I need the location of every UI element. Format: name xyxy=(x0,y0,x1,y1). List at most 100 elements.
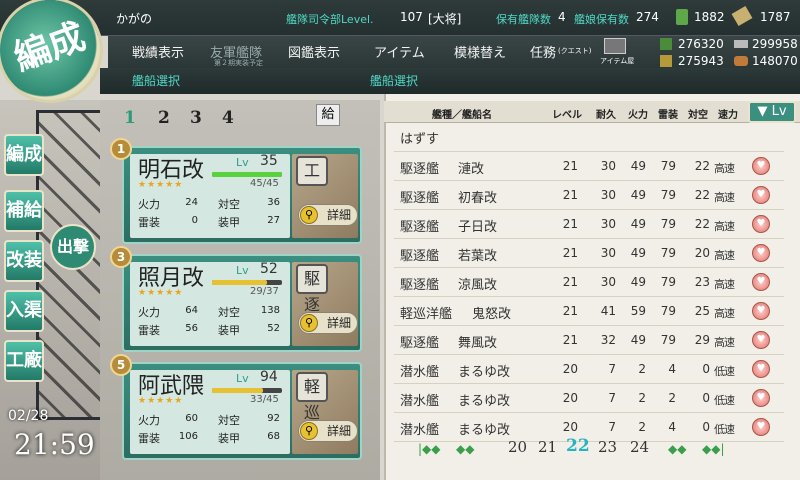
pager-first-icon[interactable]: |◆◆ xyxy=(418,442,441,456)
row-aa: 0 xyxy=(702,420,710,434)
magnifier-icon: ⚲ xyxy=(300,422,318,440)
side-factory[interactable]: 工廠 xyxy=(4,340,44,382)
row-firepower: 2 xyxy=(638,391,646,405)
row-speed: 高速 xyxy=(714,336,735,349)
row-hp: 32 xyxy=(600,333,616,347)
pager-next-icon[interactable]: ◆◆ xyxy=(668,442,686,456)
stat-firepower: 64 xyxy=(185,305,198,316)
menu-items[interactable]: アイテム xyxy=(374,42,425,61)
ammo-icon xyxy=(660,55,672,67)
left-title: 艦船選択 xyxy=(132,74,181,88)
row-hp: 7 xyxy=(608,362,616,376)
lock-icon[interactable]: ♥ xyxy=(752,360,770,378)
row-aa: 20 xyxy=(694,246,710,260)
pager-last-icon[interactable]: ◆◆| xyxy=(702,442,725,456)
row-ship-name: まるゆ改 xyxy=(458,365,511,380)
row-divider xyxy=(394,238,784,239)
page-24[interactable]: 24 xyxy=(630,438,649,456)
page-current[interactable]: 22 xyxy=(566,436,590,456)
stat-aa: 92 xyxy=(267,413,280,424)
sortie-button[interactable]: 出撃 xyxy=(50,224,96,270)
hdr-aa[interactable]: 対空 xyxy=(688,106,708,121)
fleet-tab-2[interactable]: 2 xyxy=(158,108,170,128)
sort-button[interactable]: ▼ Lv xyxy=(748,101,796,123)
hdr-firepower[interactable]: 火力 xyxy=(628,106,648,121)
row-aa: 0 xyxy=(702,362,710,376)
page-21[interactable]: 21 xyxy=(538,438,557,456)
lock-icon[interactable]: ♥ xyxy=(752,273,770,291)
fleet-tab-1[interactable]: 1 xyxy=(124,108,136,128)
player-name: かがの xyxy=(116,12,153,26)
remove-option[interactable]: はずす xyxy=(400,128,439,147)
lock-icon[interactable]: ♥ xyxy=(752,389,770,407)
lock-icon[interactable]: ♥ xyxy=(752,331,770,349)
side-remodel[interactable]: 改装 xyxy=(4,240,44,282)
row-divider xyxy=(394,180,784,181)
row-speed: 高速 xyxy=(714,307,735,320)
stat-aa-label: 対空 xyxy=(218,198,240,211)
stat-armor-label: 装甲 xyxy=(218,216,240,229)
magnifier-icon: ⚲ xyxy=(300,206,318,224)
row-hp: 41 xyxy=(600,304,616,318)
lock-icon[interactable]: ♥ xyxy=(752,215,770,233)
menu-library[interactable]: 図鑑表示 xyxy=(288,42,340,61)
pager-prev-icon[interactable]: ◆◆ xyxy=(456,442,474,456)
ammo-count: 275943 xyxy=(678,54,724,68)
row-hp: 30 xyxy=(600,275,616,289)
ship-card[interactable]: 軽巡 阿武隈 Lv 94 ★★★★★ 33/45 火力 60 対空 92 雷装 … xyxy=(122,362,362,460)
supply-tab[interactable]: 給 xyxy=(316,104,340,126)
ship-card[interactable]: 工 明石改 Lv 35 ★★★★★ 45/45 火力 24 対空 36 雷装 0… xyxy=(122,146,362,244)
lock-icon[interactable]: ♥ xyxy=(752,244,770,262)
lock-icon[interactable]: ♥ xyxy=(752,186,770,204)
row-torpedo: 79 xyxy=(660,333,676,347)
lock-icon[interactable]: ♥ xyxy=(752,157,770,175)
side-supply[interactable]: 補給 xyxy=(4,190,44,232)
row-aa: 23 xyxy=(694,275,710,289)
row-torpedo: 79 xyxy=(660,304,676,318)
hdr-type-name[interactable]: 艦種／艦船名 xyxy=(432,106,492,121)
row-torpedo: 2 xyxy=(668,391,676,405)
hdr-hp[interactable]: 耐久 xyxy=(596,106,616,121)
row-ship-type: 潜水艦 xyxy=(400,394,440,409)
hdr-torpedo[interactable]: 雷装 xyxy=(658,106,678,121)
stat-torpedo-label: 雷装 xyxy=(138,216,160,229)
row-torpedo: 79 xyxy=(660,246,676,260)
row-aa: 22 xyxy=(694,188,710,202)
devmat-count: 1787 xyxy=(760,10,791,24)
ship-type-badge: 駆逐 xyxy=(296,264,328,314)
stat-armor-label: 装甲 xyxy=(218,432,240,445)
page-20[interactable]: 20 xyxy=(508,438,527,456)
lock-icon[interactable]: ♥ xyxy=(752,302,770,320)
row-level: 21 xyxy=(562,159,578,173)
row-torpedo: 79 xyxy=(660,275,676,289)
hdr-level[interactable]: レベル xyxy=(552,106,582,121)
row-aa: 22 xyxy=(694,217,710,231)
hdr-speed[interactable]: 速力 xyxy=(718,106,738,121)
row-ship-type: 駆逐艦 xyxy=(400,162,440,177)
row-aa: 22 xyxy=(694,159,710,173)
hp-fill xyxy=(212,280,267,285)
stat-firepower: 24 xyxy=(185,197,198,208)
ship-card[interactable]: 駆逐 照月改 Lv 52 ★★★★★ 29/37 火力 64 対空 138 雷装… xyxy=(122,254,362,352)
row-firepower: 2 xyxy=(638,420,646,434)
row-ship-name: 若葉改 xyxy=(458,249,498,264)
row-hp: 30 xyxy=(600,159,616,173)
menu-interior[interactable]: 模様替え xyxy=(454,42,506,61)
stat-torpedo: 0 xyxy=(191,215,198,226)
page-23[interactable]: 23 xyxy=(598,438,617,456)
fleet-tab-3[interactable]: 3 xyxy=(190,108,202,128)
side-organize[interactable]: 編成 xyxy=(4,134,44,176)
item-shop-icon[interactable] xyxy=(604,38,626,54)
fleet-tab-4[interactable]: 4 xyxy=(222,108,234,128)
row-level: 21 xyxy=(562,246,578,260)
row-speed: 高速 xyxy=(714,220,735,233)
menu-record[interactable]: 戦績表示 xyxy=(132,42,184,61)
lock-icon[interactable]: ♥ xyxy=(752,418,770,436)
row-firepower: 2 xyxy=(638,362,646,376)
menu-quests[interactable]: 任務 xyxy=(530,42,556,61)
slot-number-badge: 5 xyxy=(110,354,132,376)
hp-fill xyxy=(212,172,282,177)
row-speed: 低速 xyxy=(714,365,735,378)
side-dock[interactable]: 入渠 xyxy=(4,290,44,332)
row-speed: 低速 xyxy=(714,394,735,407)
